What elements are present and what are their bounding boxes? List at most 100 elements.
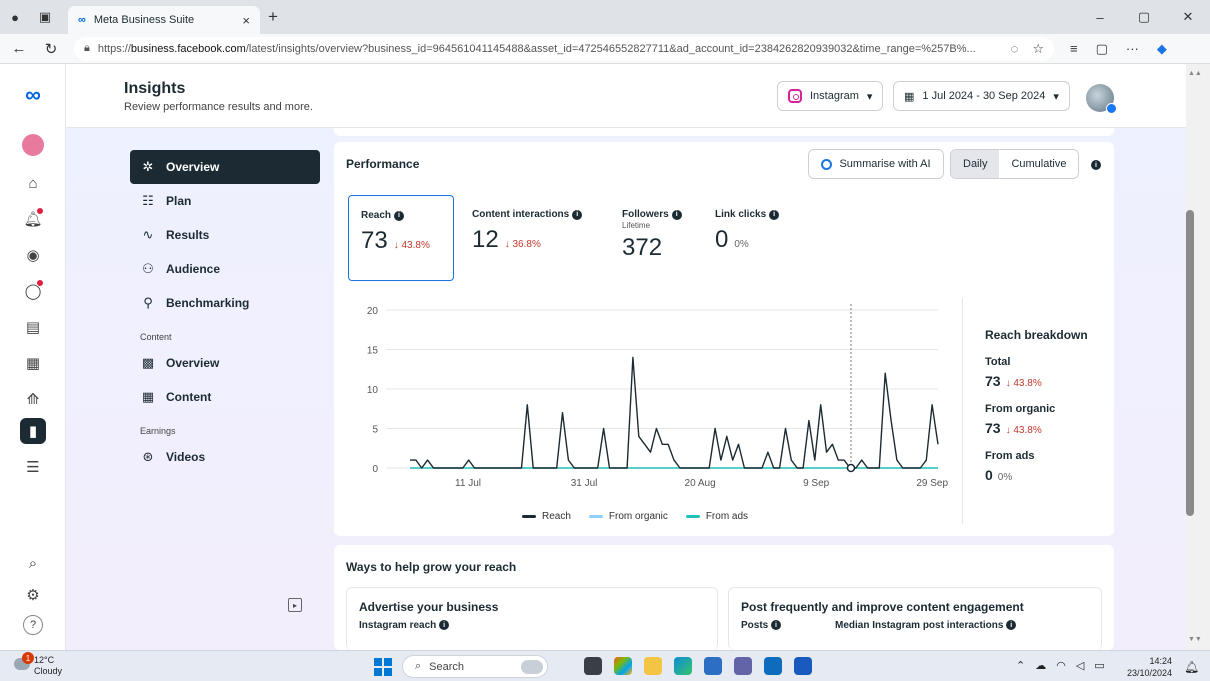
profile-icon[interactable]: ● [0, 0, 30, 34]
section-label-content: Content [140, 332, 172, 342]
previous-card-edge [334, 128, 1114, 136]
account-avatar-icon[interactable] [20, 132, 46, 158]
lock-icon: 🔒︎ [84, 42, 90, 54]
scroll-down-icon[interactable]: ▼▼ [1188, 636, 1202, 643]
volume-icon[interactable]: ◁ [1076, 659, 1084, 672]
taskbar-search[interactable]: ⌕ Search [402, 655, 548, 678]
subnav-item-videos[interactable]: ⊛ Videos [130, 440, 320, 474]
browser-tab-bar: ● ▣ ∞ Meta Business Suite × + – ▢ ✕ [0, 0, 1210, 34]
edge-icon[interactable] [674, 657, 692, 675]
chart-legend: Reach From organic From ads [522, 511, 748, 522]
info-icon: i [769, 209, 780, 220]
scrollbar-thumb[interactable] [1186, 210, 1194, 516]
file-explorer-icon[interactable] [644, 657, 662, 675]
insights-icon[interactable]: ▮ [20, 418, 46, 444]
notification-center-icon[interactable]: 🔔︎ [1184, 660, 1199, 674]
y-tick-label: 15 [367, 346, 379, 357]
info-icon: i [771, 620, 782, 631]
scroll-up-icon[interactable]: ▲▲ [1188, 70, 1202, 77]
search-icon: ⌕ [415, 660, 422, 672]
metric-reach[interactable]: Reach i 73 ↓ 43.8% [348, 195, 454, 281]
x-tick-label: 31 Jul [571, 478, 598, 489]
x-tick-label: 9 Sep [803, 478, 830, 489]
maximize-icon[interactable]: ▢ [1122, 0, 1166, 34]
compass-icon[interactable]: ◉ [20, 242, 46, 268]
grow-reach-card: Ways to help grow your reach Advertise y… [334, 545, 1114, 650]
subnav-item-overview[interactable]: ✲ Overview [130, 150, 320, 184]
copilot-icon[interactable]: ◆ [1157, 41, 1167, 57]
x-tick-label: 20 Aug [685, 478, 716, 489]
help-icon[interactable]: ? [20, 612, 46, 638]
insights-header: Insights Review performance results and … [66, 64, 1186, 128]
url-actions: ◌ ☆ [1011, 41, 1044, 57]
close-tab-icon[interactable]: × [242, 13, 250, 28]
favorite-icon[interactable]: ☆ [1032, 41, 1044, 57]
browser-tab[interactable]: ∞ Meta Business Suite × [68, 6, 260, 34]
account-avatar[interactable] [1086, 84, 1117, 114]
subnav-item-benchmarking[interactable]: ⚲ Benchmarking [130, 286, 320, 320]
outlook-icon[interactable] [764, 657, 782, 675]
legend-item-reach[interactable]: Reach [522, 511, 571, 522]
legend-item-organic[interactable]: From organic [588, 511, 668, 522]
clock[interactable]: 14:24 23/10/2024 [1126, 655, 1172, 679]
meta-logo-icon[interactable]: ∞ [20, 82, 46, 108]
task-view-icon[interactable] [584, 657, 602, 675]
facebook-badge-icon [1106, 103, 1117, 114]
date-range-selector[interactable]: ▦ 1 Jul 2024 - 30 Sep 2024 ▾ [893, 81, 1070, 111]
y-tick-label: 20 [367, 306, 379, 317]
metric-followers[interactable]: Followers i Lifetime 372 [622, 209, 682, 262]
onedrive-icon[interactable]: ☁ [1035, 659, 1046, 672]
advertise-card[interactable]: Advertise your business Instagram reach … [346, 587, 718, 650]
subnav-item-content-overview[interactable]: ▩ Overview [130, 346, 320, 380]
inbox-icon[interactable]: ◯ [20, 278, 46, 304]
subnav-item-content[interactable]: ▦ Content [130, 380, 320, 414]
url-text: https://business.facebook.com/latest/ins… [97, 42, 976, 55]
close-window-icon[interactable]: ✕ [1166, 0, 1210, 34]
post-frequently-card[interactable]: Post frequently and improve content enga… [728, 587, 1102, 650]
back-icon[interactable]: ← [6, 40, 32, 57]
settings-icon[interactable]: ⚙ [20, 582, 46, 608]
x-tick-label: 11 Jul [455, 478, 481, 489]
subnav-item-audience[interactable]: ⚇ Audience [130, 252, 320, 286]
subnav-item-plan[interactable]: ☷ Plan [130, 184, 320, 218]
more-icon[interactable]: ··· [1126, 41, 1139, 57]
granularity-toggle: Daily Cumulative [950, 149, 1080, 179]
battery-icon[interactable]: ▭ [1094, 659, 1104, 672]
table-icon: ▦ [141, 389, 155, 404]
wifi-icon[interactable]: ◠ [1056, 659, 1066, 672]
subnav-item-results[interactable]: ∿ Results [130, 218, 320, 252]
planner-icon[interactable]: ▤ [20, 314, 46, 340]
notifications-icon[interactable]: 🔔︎ [20, 206, 46, 232]
url-field[interactable]: 🔒︎ https://business.facebook.com/latest/… [74, 36, 1054, 61]
metric-link-clicks[interactable]: Link clicks i 0 0% [715, 209, 780, 254]
performance-card: Performance Summarise with AI Daily Cumu… [334, 142, 1114, 536]
home-icon[interactable]: ⌂ [20, 170, 46, 196]
meta-favicon-icon: ∞ [78, 14, 86, 26]
store-icon[interactable] [704, 657, 722, 675]
metric-content-interactions[interactable]: Content interactions i 12 ↓ 36.8% [472, 209, 583, 254]
collapse-panel-icon[interactable]: ▸ [288, 598, 302, 612]
minimize-icon[interactable]: – [1078, 0, 1122, 34]
tab-actions-icon[interactable]: ▣ [30, 0, 60, 34]
collections-icon[interactable]: ▢ [1096, 41, 1108, 57]
teams-icon[interactable] [734, 657, 752, 675]
windows-start-icon[interactable] [374, 658, 392, 676]
content-icon[interactable]: ▦ [20, 350, 46, 376]
info-icon[interactable]: i [1091, 160, 1101, 170]
cumulative-toggle[interactable]: Cumulative [999, 150, 1078, 178]
daily-toggle[interactable]: Daily [951, 150, 1000, 178]
word-icon[interactable] [794, 657, 812, 675]
favorites-icon[interactable]: ≡ [1070, 41, 1078, 57]
menu-icon[interactable]: ☰ [20, 454, 46, 480]
search-icon[interactable]: ⌕ [20, 550, 46, 576]
refresh-icon[interactable]: ↻ [38, 40, 64, 58]
legend-item-ads[interactable]: From ads [685, 511, 748, 522]
show-hidden-icon[interactable]: ⌃ [1016, 659, 1025, 672]
weather-badge: 1 [22, 652, 34, 664]
widgets-icon[interactable] [614, 657, 632, 675]
read-aloud-icon[interactable]: ◌ [1011, 41, 1019, 57]
new-tab-button[interactable]: + [268, 7, 278, 27]
ads-icon[interactable]: ⟰ [20, 386, 46, 412]
platform-selector[interactable]: Instagram ▾ [777, 81, 884, 111]
summarise-ai-button[interactable]: Summarise with AI [808, 149, 944, 179]
